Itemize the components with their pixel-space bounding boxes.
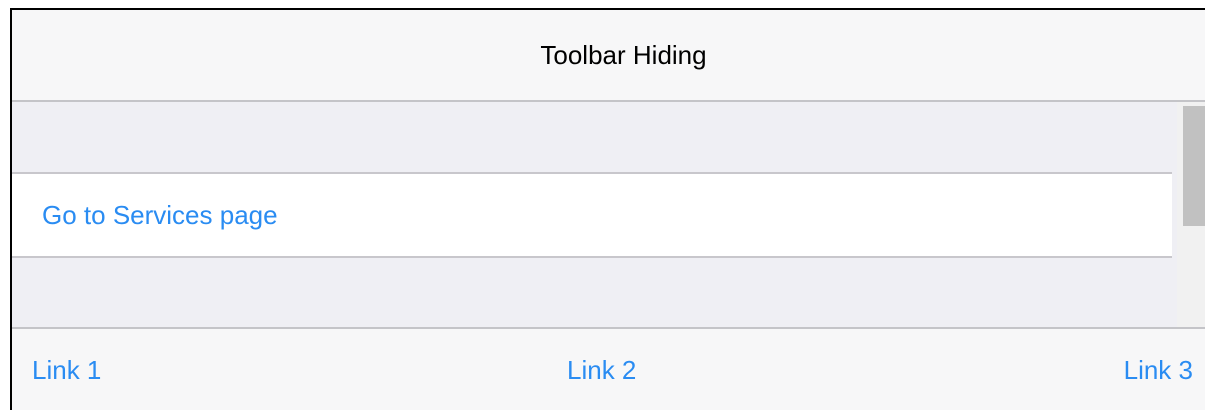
toolbar-link-2[interactable]: Link 2 <box>567 329 636 410</box>
scrollbar-thumb[interactable] <box>1183 106 1205 226</box>
toolbar-link-3[interactable]: Link 3 <box>1124 329 1193 410</box>
services-page-link[interactable]: Go to Services page <box>42 174 278 256</box>
bottom-toolbar: Link 1 Link 2 Link 3 <box>12 327 1205 410</box>
navbar: Toolbar Hiding <box>12 10 1205 102</box>
toolbar-link-1[interactable]: Link 1 <box>32 329 101 410</box>
app-frame: Toolbar Hiding Go to Services page Link … <box>10 8 1205 410</box>
page-title: Toolbar Hiding <box>540 39 707 70</box>
scrollbar[interactable] <box>1177 102 1205 327</box>
list-block: Go to Services page <box>12 172 1172 258</box>
page-content[interactable]: Go to Services page <box>12 102 1205 327</box>
